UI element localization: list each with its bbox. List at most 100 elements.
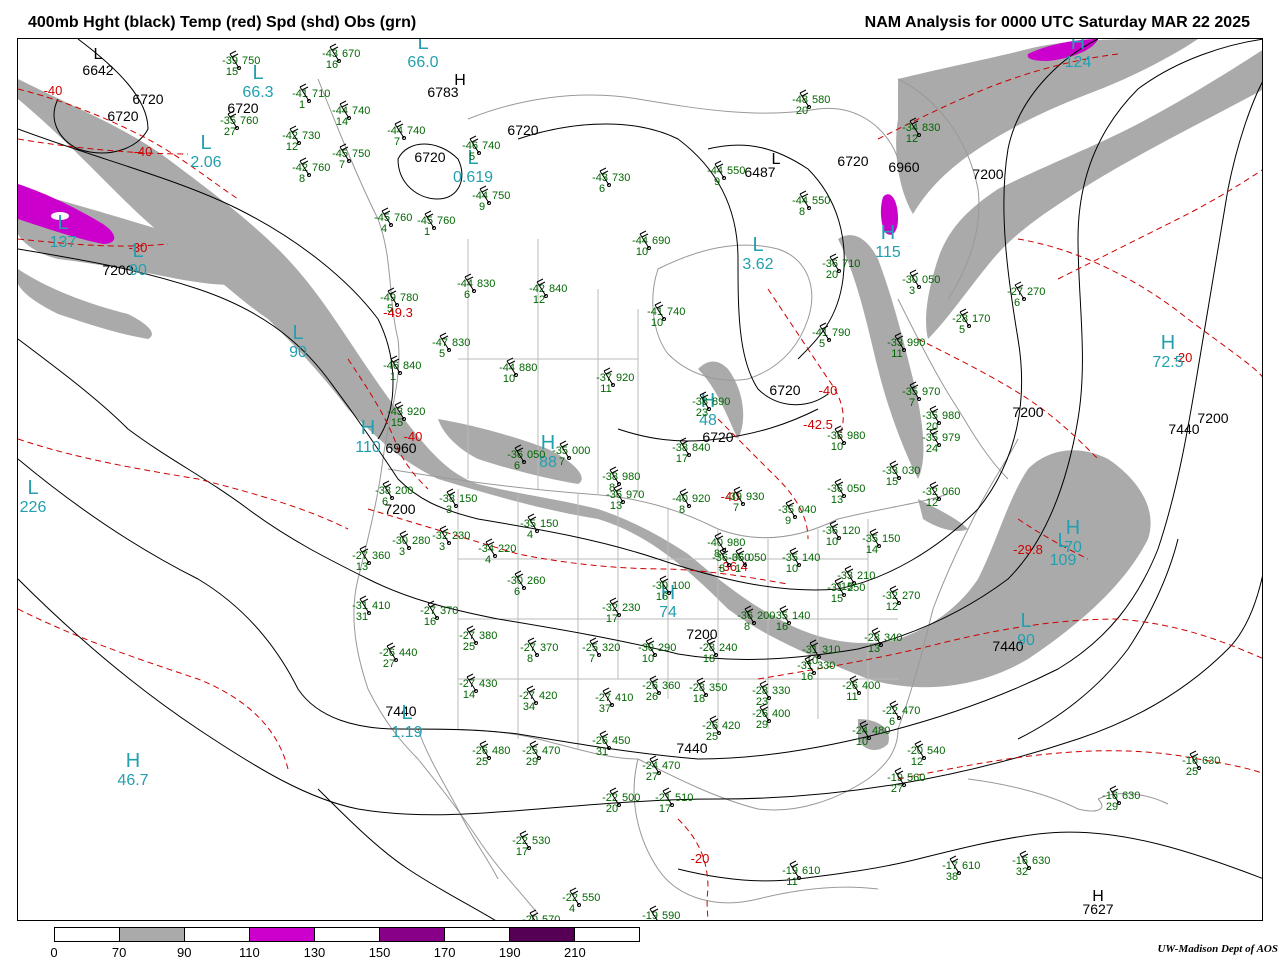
station-dewpoint-depression: 4 [485,554,491,566]
colorbar-segment [445,928,510,941]
height-label: 6720 [132,91,163,107]
station-height: 220 [498,543,516,555]
station-plot: -25 47029 [522,740,560,768]
center-letter: L [401,702,412,724]
height-extremum-letter: H [454,72,466,89]
station-height: 450 [612,735,630,747]
station-dewpoint-depression: 6 [514,586,520,598]
station-dewpoint-depression: 8 [679,504,685,516]
station-height: 400 [862,680,880,692]
station-height: 440 [399,647,417,659]
height-label: 7200 [1012,404,1043,420]
station-height: 760 [240,115,258,127]
temperature-contour [18,608,289,770]
station-height: 980 [847,430,865,442]
station-plot: -35 97924 [922,427,960,455]
station-dewpoint-depression: 9 [714,176,720,188]
station-height: 430 [479,678,497,690]
height-extremum-letter: L [94,46,103,63]
station-dewpoint-depression: 7 [394,136,400,148]
station-plot: -42 84012 [529,278,567,306]
station-dewpoint-depression: 27 [646,771,658,783]
station-height: 610 [802,865,820,877]
center-value: 2.06 [190,154,221,171]
station-plot: -27 43014 [459,673,497,701]
colorbar-tick-label: 170 [433,945,456,960]
station-plot: -25 3207 [582,637,620,665]
station-height: 150 [459,493,477,505]
station-plot: -44 88010 [499,357,537,385]
station-height: 310 [822,644,840,656]
station-plot: -44 74014 [332,100,370,128]
station-plot: -16 63029 [1102,785,1140,813]
station-height: 630 [1032,855,1050,867]
station-plot: -17 61038 [942,855,980,883]
station-dewpoint-depression: 25 [476,756,488,768]
station-height: 050 [732,552,750,564]
station-dewpoint-depression: 6 [382,496,388,508]
station-height: 480 [492,745,510,757]
station-plot: -30 2803 [392,530,430,558]
station-height: 980 [942,410,960,422]
station-plot: -43 7306 [592,167,630,195]
temperature-label: -40 [134,144,153,159]
station-height: 470 [662,760,680,772]
station-dewpoint-depression: 31 [356,611,368,623]
station-dewpoint-depression: 12 [926,497,938,509]
map-canvas: 664267206720 672067836720672064876720 6960… [18,39,1262,920]
station-plot: -28 35018 [689,677,727,705]
station-dewpoint-depression: 1 [390,371,396,383]
station-plot: -34 2204 [478,538,516,566]
center-value: 3.62 [742,256,773,273]
height-label: 6720 [227,100,258,116]
station-dewpoint-depression: 3 [909,285,915,297]
station-plot: -16 63032 [1012,850,1050,878]
station-plot: -22 50020 [602,787,640,815]
station-plot: -36 05013 [827,478,865,506]
station-height: 350 [709,682,727,694]
station-height: 330 [817,660,835,672]
station-dewpoint-depression: 5 [959,324,965,336]
colorbar-tick-label: 150 [368,945,391,960]
station-height: 400 [772,708,790,720]
map-panel: 6642 6720 6720 6720 6783 6720 6720 6487 6720 6960… [17,38,1263,921]
station-height: 730 [302,130,320,142]
station-height: 970 [626,489,644,501]
station-plot: -35 15014 [862,528,900,556]
station-plot: -27 3708 [520,637,558,665]
station-plot: -19 56027 [887,767,925,795]
temperature-contour [1017,238,1262,378]
temperature-contour [1057,169,1262,280]
height-label: 6720 [837,153,868,169]
station-height: 100 [672,580,690,592]
station-height: 380 [479,630,497,642]
station-height: 500 [622,792,640,804]
station-dewpoint-depression: 1 [299,99,305,111]
center-value: 90 [129,262,147,279]
station-height: 030 [902,465,920,477]
station-height: 290 [658,642,676,654]
station-plot: -26 45031 [592,730,630,758]
station-dewpoint-depression: 10 [651,317,663,329]
station-plot: -45 7604 [374,207,412,235]
station-height: 560 [907,772,925,784]
station-dewpoint-depression: 29 [756,719,768,731]
temperature-label: -40 [404,429,423,444]
temperature-label: -40 [44,83,63,98]
colorbar-segment [380,928,445,941]
center-letter: H [1066,517,1080,539]
station-height: 360 [372,550,390,562]
station-height: 510 [675,792,693,804]
station-height: 830 [477,278,495,290]
station-height: 420 [722,720,740,732]
station-plot: -21 51017 [655,787,693,815]
colorbar-tick-label: 130 [303,945,326,960]
colorbar-tick-label: 210 [564,945,586,960]
jet-streak-shading [18,269,152,339]
station-dewpoint-depression: 18 [693,693,705,705]
station-dewpoint-depression: 12 [906,133,918,145]
station-height: 360 [662,680,680,692]
station-height: 150 [882,533,900,545]
station-plot: -19 590 [642,905,680,920]
station-plot: -20 54012 [907,740,945,768]
